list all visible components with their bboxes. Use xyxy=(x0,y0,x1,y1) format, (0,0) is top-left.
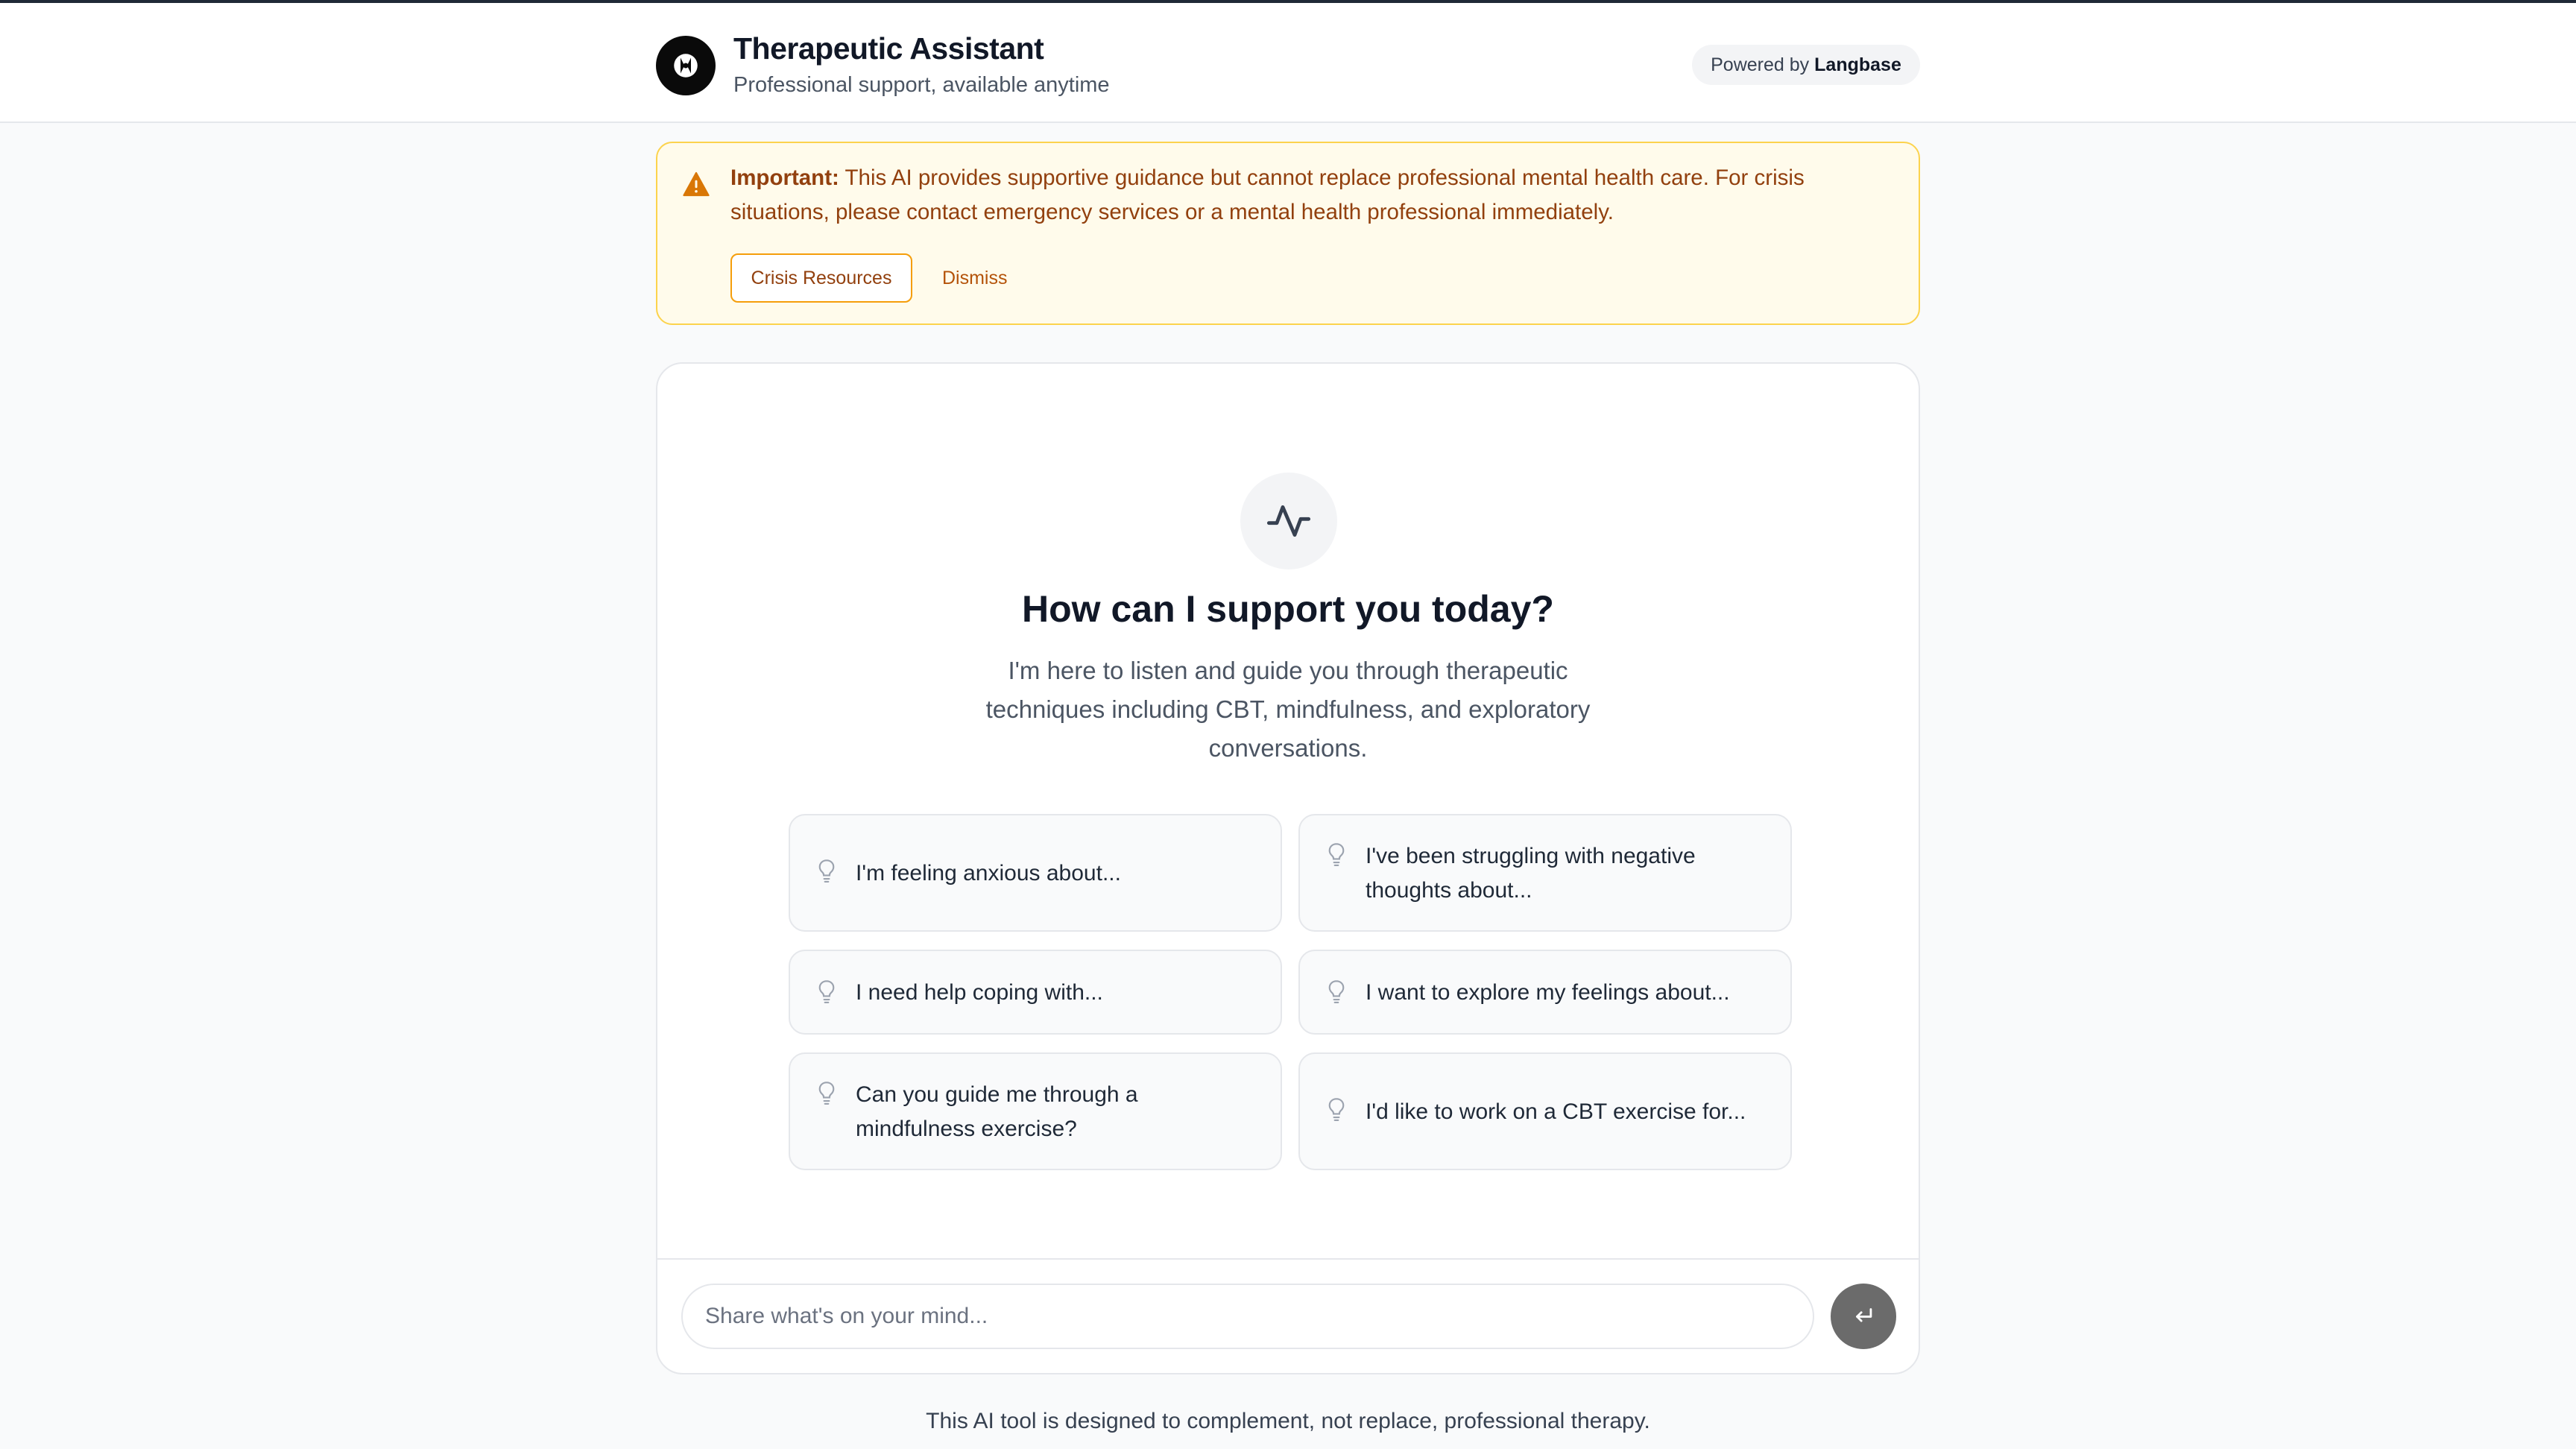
lightbulb-icon xyxy=(817,979,836,1008)
chat-card: How can I support you today? I'm here to… xyxy=(656,362,1920,1374)
crisis-resources-button[interactable]: Crisis Resources xyxy=(730,253,912,303)
powered-by-brand: Langbase xyxy=(1814,54,1901,75)
enter-return-icon xyxy=(1851,1303,1876,1330)
suggestion-card[interactable]: I want to explore my feelings about... xyxy=(1298,950,1792,1035)
suggestion-text: I'm feeling anxious about... xyxy=(856,861,1121,886)
brand-logo-icon[interactable] xyxy=(656,36,716,95)
lightbulb-icon xyxy=(817,859,836,888)
dismiss-button[interactable]: Dismiss xyxy=(942,253,1008,303)
suggestion-card[interactable]: I've been struggling with negative thoug… xyxy=(1298,814,1792,932)
alert-body: This AI provides supportive guidance but… xyxy=(730,165,1805,224)
disclaimer-footer: This AI tool is designed to complement, … xyxy=(926,1409,1650,1433)
pulse-icon xyxy=(1240,473,1337,569)
send-button[interactable] xyxy=(1831,1284,1896,1349)
welcome-description: I'm here to listen and guide you through… xyxy=(985,657,1591,762)
suggestion-card[interactable]: I'd like to work on a CBT exercise for..… xyxy=(1298,1052,1792,1170)
welcome-title: How can I support you today? xyxy=(1022,588,1554,630)
powered-by-badge[interactable]: Powered by Langbase xyxy=(1692,45,1920,85)
suggestion-text: I've been struggling with negative thoug… xyxy=(1366,844,1696,903)
suggestion-text: I need help coping with... xyxy=(856,980,1103,1005)
suggestion-text: I want to explore my feelings about... xyxy=(1366,980,1730,1005)
suggestion-text: Can you guide me through a mindfulness e… xyxy=(856,1082,1138,1141)
lightbulb-icon xyxy=(1327,979,1346,1008)
suggestion-text: I'd like to work on a CBT exercise for..… xyxy=(1366,1099,1746,1124)
alert-label: Important: xyxy=(730,165,839,190)
app-title: Therapeutic Assistant xyxy=(733,31,1044,66)
top-header: Therapeutic Assistant Professional suppo… xyxy=(0,0,2576,123)
lightbulb-icon xyxy=(1327,842,1346,871)
warning-triangle-icon xyxy=(683,171,710,201)
message-composer xyxy=(657,1258,1919,1373)
suggestion-card[interactable]: I'm feeling anxious about... xyxy=(789,814,1282,932)
app-subtitle: Professional support, available anytime xyxy=(733,73,1110,97)
powered-by-prefix: Powered by xyxy=(1711,54,1810,75)
lightbulb-icon xyxy=(817,1081,836,1110)
safety-alert: Important: This AI provides supportive g… xyxy=(656,142,1920,325)
message-input[interactable] xyxy=(681,1284,1814,1349)
lightbulb-icon xyxy=(1327,1097,1346,1126)
alert-message: Important: This AI provides supportive g… xyxy=(730,161,1893,230)
suggestion-card[interactable]: I need help coping with... xyxy=(789,950,1282,1035)
suggestion-card[interactable]: Can you guide me through a mindfulness e… xyxy=(789,1052,1282,1170)
